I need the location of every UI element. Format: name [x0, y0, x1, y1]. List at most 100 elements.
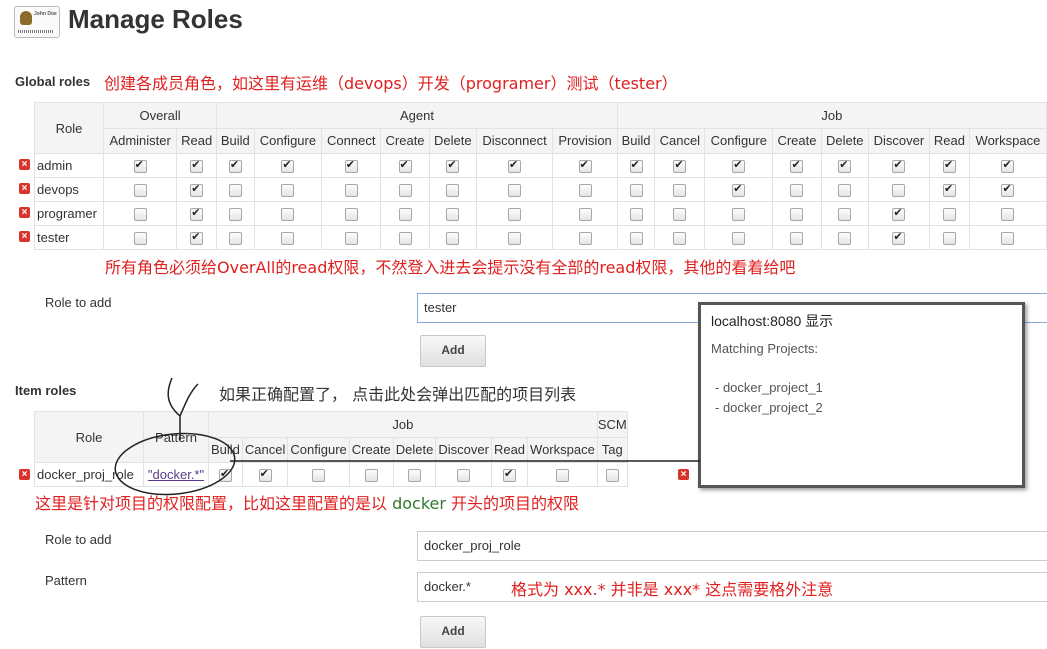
pattern-link[interactable]: "docker.*" — [148, 467, 204, 482]
permission-checkbox[interactable] — [133, 184, 147, 198]
permission-checkbox[interactable] — [344, 184, 358, 198]
item-permission-checkbox[interactable] — [312, 469, 326, 483]
permission-checkbox[interactable] — [838, 232, 852, 246]
permission-checkbox[interactable] — [1001, 232, 1015, 246]
pattern-cell: "docker.*" — [143, 462, 209, 487]
permission-checkbox[interactable] — [732, 158, 746, 174]
permission-checkbox[interactable] — [673, 184, 687, 198]
permission-checkbox[interactable] — [190, 230, 204, 246]
item-add-button[interactable]: Add — [420, 616, 486, 648]
permission-checkbox[interactable] — [732, 182, 746, 198]
permission-checkbox[interactable] — [892, 206, 906, 222]
permission-checkbox[interactable] — [133, 208, 147, 222]
permission-checkbox[interactable] — [1001, 158, 1015, 174]
permission-checkbox[interactable] — [344, 208, 358, 222]
permission-checkbox[interactable] — [732, 208, 746, 222]
item-role-to-add-input[interactable]: docker_proj_role — [417, 531, 1047, 561]
permission-checkbox[interactable] — [673, 158, 687, 174]
permission-checkbox[interactable] — [838, 184, 852, 198]
permission-checkbox[interactable] — [629, 158, 643, 174]
permission-cell — [929, 153, 970, 178]
item-permission-column-header: Build — [208, 436, 243, 463]
permission-checkbox[interactable] — [838, 208, 852, 222]
permission-checkbox[interactable] — [1001, 182, 1015, 198]
permission-cell — [704, 153, 774, 178]
permission-cell — [475, 177, 554, 202]
delete-role-icon[interactable]: × — [19, 207, 30, 218]
permission-cell — [380, 177, 430, 202]
item-permission-checkbox[interactable] — [258, 467, 272, 483]
permission-checkbox[interactable] — [942, 182, 956, 198]
permission-checkbox[interactable] — [578, 184, 592, 198]
permission-column-header: Create — [380, 127, 430, 154]
permission-checkbox[interactable] — [281, 232, 295, 246]
permission-checkbox[interactable] — [942, 208, 956, 222]
permission-checkbox[interactable] — [508, 208, 522, 222]
permission-checkbox[interactable] — [398, 232, 412, 246]
permission-checkbox[interactable] — [942, 158, 956, 174]
permission-checkbox[interactable] — [228, 184, 242, 198]
permission-checkbox[interactable] — [790, 184, 804, 198]
permission-checkbox[interactable] — [398, 208, 412, 222]
item-permission-checkbox[interactable] — [408, 469, 422, 483]
permission-checkbox[interactable] — [281, 208, 295, 222]
item-permission-checkbox[interactable] — [218, 467, 232, 483]
delete-item-role-icon[interactable]: × — [678, 469, 689, 480]
permission-checkbox[interactable] — [673, 208, 687, 222]
permission-checkbox[interactable] — [228, 158, 242, 174]
permission-checkbox[interactable] — [190, 206, 204, 222]
permission-checkbox[interactable] — [446, 158, 460, 174]
permission-cell — [820, 201, 869, 226]
permission-checkbox[interactable] — [673, 232, 687, 246]
delete-role-icon[interactable]: × — [19, 231, 30, 242]
permission-column-header: Discover — [867, 127, 931, 154]
permission-checkbox[interactable] — [133, 158, 147, 174]
permission-checkbox[interactable] — [578, 158, 592, 174]
permission-checkbox[interactable] — [344, 158, 358, 174]
permission-checkbox[interactable] — [281, 184, 295, 198]
permission-checkbox[interactable] — [228, 232, 242, 246]
permission-checkbox[interactable] — [790, 232, 804, 246]
permission-checkbox[interactable] — [398, 184, 412, 198]
permission-checkbox[interactable] — [892, 184, 906, 198]
permission-checkbox[interactable] — [892, 158, 906, 174]
permission-checkbox[interactable] — [838, 158, 852, 174]
permission-checkbox[interactable] — [133, 232, 147, 246]
item-permission-checkbox[interactable] — [364, 469, 378, 483]
permission-cell — [654, 225, 706, 250]
permission-checkbox[interactable] — [446, 232, 460, 246]
item-permission-checkbox[interactable] — [605, 469, 619, 483]
permission-checkbox[interactable] — [446, 184, 460, 198]
permission-checkbox[interactable] — [892, 230, 906, 246]
permission-checkbox[interactable] — [732, 232, 746, 246]
permission-checkbox[interactable] — [578, 208, 592, 222]
delete-role-icon[interactable]: × — [19, 159, 30, 170]
delete-item-role-icon[interactable]: × — [19, 469, 30, 480]
global-roles-annotation: 创建各成员角色，如这里有运维（devops）开发（programer）测试（te… — [104, 74, 678, 93]
permission-checkbox[interactable] — [228, 208, 242, 222]
permission-checkbox[interactable] — [190, 158, 204, 174]
permission-checkbox[interactable] — [629, 208, 643, 222]
permission-checkbox[interactable] — [190, 182, 204, 198]
permission-checkbox[interactable] — [344, 232, 358, 246]
permission-checkbox[interactable] — [508, 184, 522, 198]
delete-role-icon[interactable]: × — [19, 183, 30, 194]
permission-checkbox[interactable] — [281, 158, 295, 174]
permission-checkbox[interactable] — [1001, 208, 1015, 222]
global-add-button[interactable]: Add — [420, 335, 486, 367]
permission-checkbox[interactable] — [508, 158, 522, 174]
permission-checkbox[interactable] — [790, 208, 804, 222]
page-title: Manage Roles — [68, 4, 243, 34]
permission-checkbox[interactable] — [508, 232, 522, 246]
permission-checkbox[interactable] — [942, 232, 956, 246]
permission-checkbox[interactable] — [629, 184, 643, 198]
permission-column-header: Build — [216, 127, 255, 154]
permission-checkbox[interactable] — [578, 232, 592, 246]
permission-checkbox[interactable] — [629, 232, 643, 246]
permission-checkbox[interactable] — [790, 158, 804, 174]
permission-checkbox[interactable] — [446, 208, 460, 222]
item-permission-checkbox[interactable] — [555, 469, 569, 483]
item-permission-checkbox[interactable] — [457, 469, 471, 483]
permission-checkbox[interactable] — [398, 158, 412, 174]
item-permission-checkbox[interactable] — [502, 467, 516, 483]
